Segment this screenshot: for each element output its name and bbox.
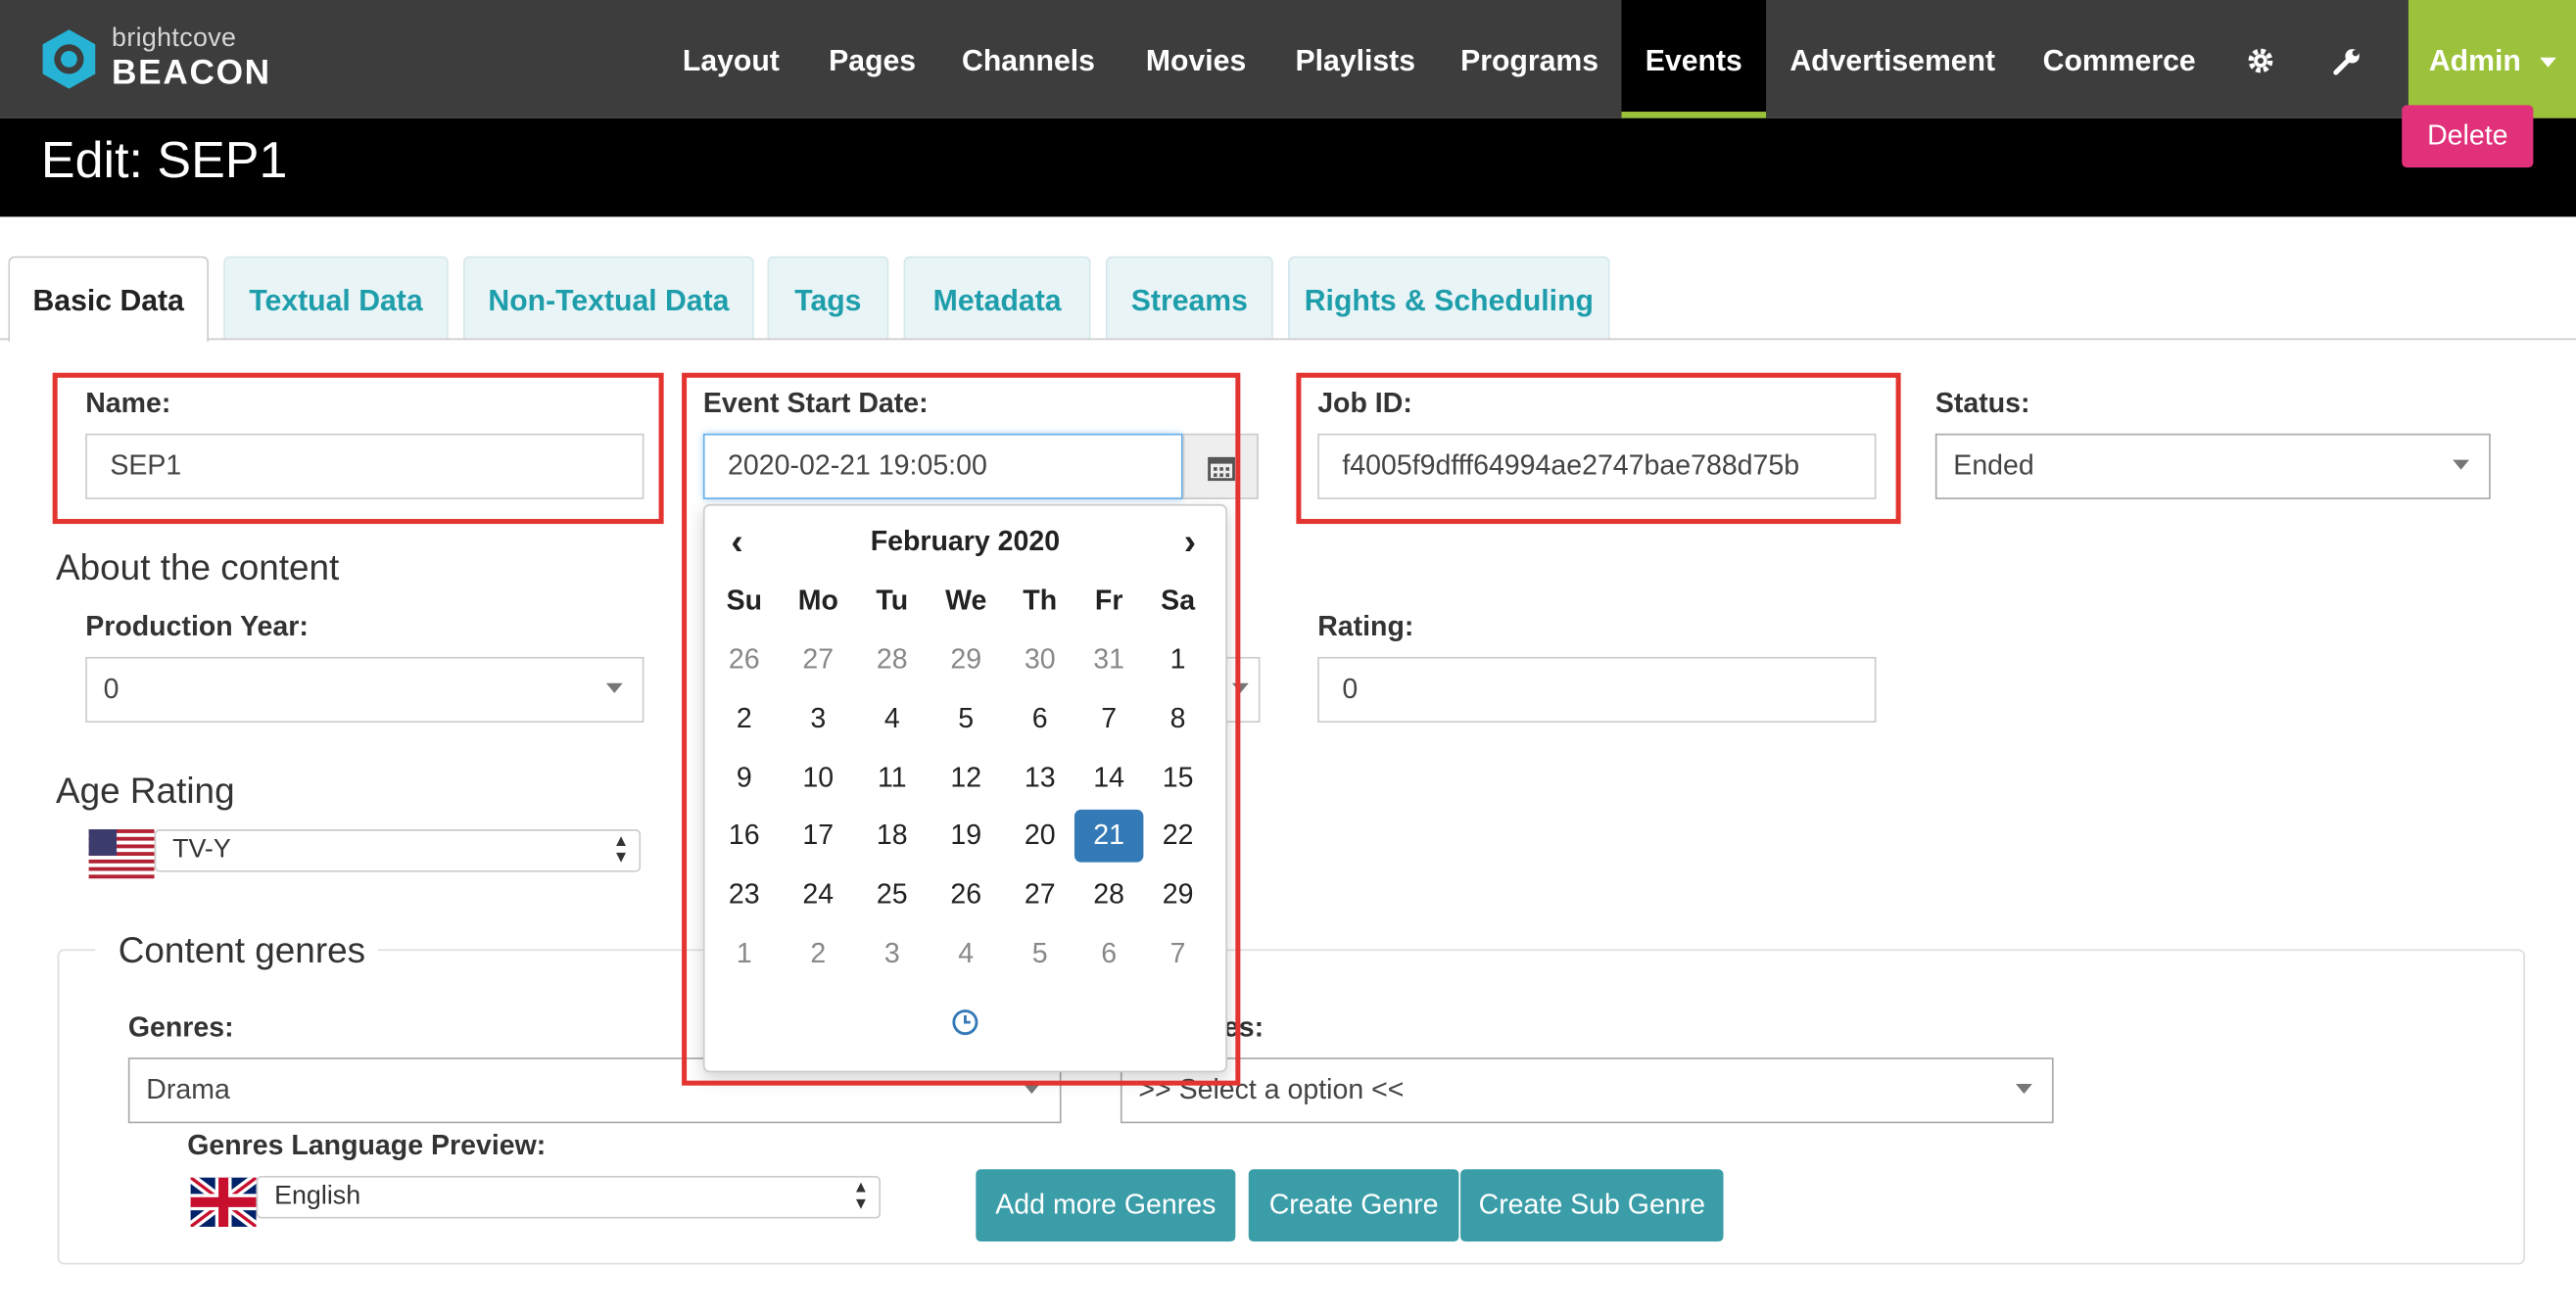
nav-advertisement[interactable]: Advertisement [1781,0,2004,118]
nav-playlists[interactable]: Playlists [1285,0,1426,118]
brand-big-text: BEACON [112,54,271,92]
nav-channels[interactable]: Channels [953,0,1104,118]
title-bar [0,117,2576,217]
tab-basic-data[interactable]: Basic Data [8,256,210,342]
content-genres-legend: Content genres [118,929,366,971]
chevron-down-icon [2539,58,2556,69]
rating-input[interactable]: 0 [1317,656,1877,724]
highlight-job-id [1296,372,1901,525]
create-sub-genre-button[interactable]: Create Sub Genre [1460,1169,1724,1242]
nav-layout[interactable]: Layout [665,0,796,118]
age-rating-select[interactable]: TV-Y ▲ ▼ [154,829,642,872]
wrench-icon[interactable] [2331,46,2362,77]
age-rating-value: TV-Y [172,835,231,865]
production-year-select[interactable]: 0 [85,656,644,724]
nav-commerce[interactable]: Commerce [2033,0,2204,118]
page-title: Edit: SEP1 [40,131,288,189]
delete-button[interactable]: Delete [2402,105,2534,168]
genres-language-value: English [274,1182,361,1211]
tab-non-textual-data[interactable]: Non-Textual Data [462,256,754,339]
tab-textual-data[interactable]: Textual Data [223,256,449,339]
updown-arrows-icon: ▲ ▼ [852,1179,870,1214]
age-rating-heading: Age Rating [56,770,235,812]
highlight-event-start-date [682,372,1241,1086]
genres-value: Drama [146,1073,230,1105]
uk-flag-icon [190,1177,257,1227]
nav-programs[interactable]: Programs [1453,0,1607,118]
status-label: Status: [1934,387,2030,419]
tab-streams[interactable]: Streams [1105,256,1273,339]
tab-metadata[interactable]: Metadata [903,256,1091,339]
create-genre-button[interactable]: Create Genre [1248,1169,1459,1242]
tab-rights-scheduling[interactable]: Rights & Scheduling [1288,256,1610,339]
genres-language-label: Genres Language Preview: [187,1129,547,1161]
nav-movies[interactable]: Movies [1130,0,1262,118]
gear-icon[interactable] [2246,46,2275,75]
production-year-value: 0 [103,673,119,705]
chevron-down-icon [2016,1084,2032,1095]
production-year-label: Production Year: [85,610,309,642]
chevron-down-icon [605,682,623,693]
rating-label: Rating: [1317,610,1414,642]
admin-label: Admin [2428,44,2521,77]
brightcove-logo-icon[interactable] [36,26,102,92]
add-more-genres-button[interactable]: Add more Genres [976,1169,1236,1242]
us-flag-icon [88,829,155,879]
chevron-down-icon [2453,459,2469,470]
status-value: Ended [1953,449,2034,482]
nav-pages[interactable]: Pages [818,0,927,118]
admin-menu-button[interactable]: Admin [2408,0,2576,118]
tab-tags[interactable]: Tags [767,256,889,339]
highlight-name [52,372,664,525]
brand-small-text: brightcove [112,24,237,53]
nav-events[interactable]: Events [1621,0,1767,118]
subgenres-select[interactable]: >> Select a option << [1120,1057,2054,1124]
genres-label: Genres: [127,1011,234,1044]
genres-language-select[interactable]: English ▲ ▼ [256,1175,882,1219]
about-content-heading: About the content [56,546,340,588]
status-select[interactable]: Ended [1934,433,2491,499]
updown-arrows-icon: ▲ ▼ [612,832,630,867]
